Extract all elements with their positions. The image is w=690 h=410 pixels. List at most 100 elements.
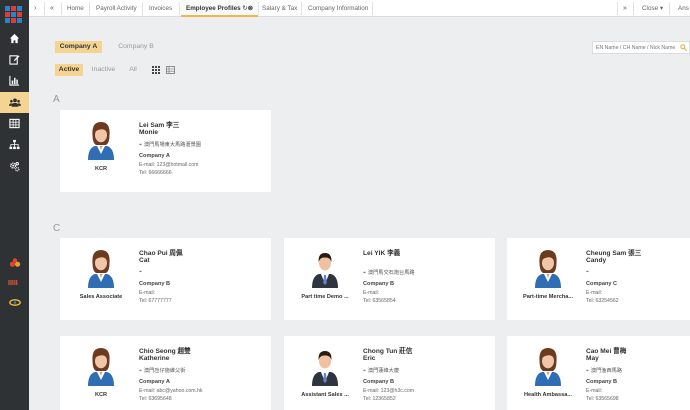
company-a-button[interactable]: Company A (55, 41, 102, 53)
employee-email: E-mail: 123@hotmail.com (139, 162, 199, 168)
employee-email: E-mail: (363, 290, 380, 296)
home-icon (9, 33, 20, 44)
employee-email: E-mail: abc@yahoo.com.hk (139, 388, 203, 394)
sidebar-app-2[interactable]: IIIII (0, 272, 29, 293)
avatar (535, 250, 561, 288)
sidebar-item-home[interactable] (0, 28, 29, 49)
group-letter-c: C (53, 223, 61, 234)
employee-address: ⌖ 澳門蓮峰大廈 (363, 367, 399, 375)
company-b-button[interactable]: Company B (110, 41, 162, 53)
employee-name[interactable]: Chong Tun 莊信 (363, 345, 412, 355)
nav-first-icon[interactable]: « (50, 0, 54, 17)
table-icon (9, 118, 20, 129)
employee-company: Company A (139, 153, 170, 159)
cogs-icon (10, 162, 20, 172)
tab-payroll-activity[interactable]: Payroll Activity (96, 0, 137, 17)
employee-role: Part-time Mercha... (522, 294, 574, 300)
tab-home[interactable]: Home (67, 0, 84, 17)
list-view-icon[interactable] (166, 66, 175, 74)
avatar (88, 250, 114, 288)
employee-company: Company A (139, 379, 170, 385)
employee-card[interactable]: Part time Demo ... Lei YIK 李義 ⌖ 澳門馬交石炮台馬路 Co… (284, 238, 495, 320)
employee-address-text: 澳門馬場東大馬路滙景園 (143, 142, 201, 148)
employee-name[interactable]: Lei YIK 李義 (363, 247, 400, 257)
app-yellow-icon (8, 299, 21, 306)
svg-text:IIIII: IIIII (8, 280, 18, 287)
active-filter-button[interactable]: Active (55, 64, 83, 76)
map-marker-icon: ⌖ (139, 269, 142, 275)
sidebar-item-settings[interactable] (0, 156, 29, 177)
all-filter-button[interactable]: All (124, 64, 142, 76)
user-menu[interactable]: Ans (678, 0, 689, 17)
sidebar-item-organization[interactable] (0, 134, 29, 155)
employee-email: E-mail: (586, 290, 603, 296)
tab-salary-tax[interactable]: Salary & Tax (262, 0, 297, 17)
employee-name[interactable]: Lei Sam 李三 (139, 119, 179, 129)
edit-icon (9, 55, 20, 65)
caret-down-icon: ▾ (659, 5, 664, 12)
employee-address: ⌖ (586, 269, 591, 276)
employee-address: ⌖ (139, 269, 144, 276)
employee-card[interactable]: Health Ambassa... Cao Mei 曹梅 May ⌖ 澳門渔西馬路 Com… (507, 336, 690, 410)
users-icon (8, 98, 21, 107)
employee-card[interactable]: KCR Lei Sam 李三 Monie ⌖ 澳門馬場東大馬路滙景園 Company A E… (60, 110, 271, 192)
employee-name[interactable]: Cao Mei 曹梅 (586, 345, 626, 355)
employee-role: Assistant Sales ... (301, 392, 349, 398)
map-marker-icon: ⌖ (363, 368, 366, 374)
sidebar: IIIII (0, 0, 29, 410)
avatar (312, 351, 338, 386)
sidebar-app-3[interactable] (0, 292, 29, 313)
map-marker-icon: ⌖ (586, 368, 589, 374)
employee-tel: Tel: 63565698 (586, 396, 619, 402)
close-menu[interactable]: Close ▾ (642, 0, 663, 17)
sidebar-item-edit[interactable] (0, 49, 29, 70)
avatar (312, 253, 338, 288)
employee-card[interactable]: Assistant Sales ... Chong Tun 莊信 Eric ⌖ 澳門蓮峰… (284, 336, 495, 410)
employee-tel: Tel: 12365852 (363, 396, 396, 402)
sidebar-item-table[interactable] (0, 113, 29, 134)
sidebar-item-employees[interactable] (0, 92, 29, 113)
sidebar-item-reports[interactable] (0, 70, 29, 91)
logo-icon (5, 6, 24, 25)
employee-name[interactable]: Chio Seong 趙雙 (139, 345, 191, 355)
nav-right-icon[interactable]: › (34, 0, 36, 17)
tab-company-information[interactable]: Company Information (308, 0, 368, 17)
employee-address: ⌖ 澳門馬交石炮台馬路 (363, 269, 415, 277)
employee-nickname: Cat (139, 257, 150, 264)
employee-name[interactable]: Chao Pui 周佩 (139, 247, 183, 257)
close-tab-icon[interactable]: ⊗ (248, 5, 253, 12)
employee-name[interactable]: Cheung Sam 張三 (586, 247, 641, 257)
group-letter-a: A (53, 94, 60, 105)
employee-tel: Tel: 67777777 (139, 298, 172, 304)
bar-chart-icon (9, 75, 20, 86)
app-red-icon (9, 258, 20, 267)
employee-company: Company B (586, 379, 618, 385)
employee-nickname: May (586, 355, 599, 362)
employee-nickname: Candy (586, 257, 607, 264)
employee-address-text: 澳門馬交石炮台馬路 (367, 270, 415, 276)
search-icon[interactable] (680, 44, 687, 51)
employee-card[interactable]: KCR Chio Seong 趙雙 Katherine ⌖ 澳門氹仔施維父街 Compan… (60, 336, 271, 410)
employee-company: Company B (139, 281, 171, 287)
map-marker-icon: ⌖ (363, 270, 366, 276)
grid-view-icon[interactable] (152, 66, 160, 74)
employee-address: ⌖ 澳門氹仔施維父街 (139, 367, 185, 375)
tab-bar: › « Home Payroll Activity Invoices Emplo… (29, 0, 690, 17)
employee-nickname: Katherine (139, 355, 170, 362)
employee-address: ⌖ 澳門渔西馬路 (586, 367, 622, 375)
tab-employee-profiles-label: Employee Profiles (186, 5, 241, 12)
employee-email: E-mail: (586, 388, 603, 394)
employee-address: ⌖ 澳門馬場東大馬路滙景園 (139, 141, 201, 149)
search-input[interactable] (596, 42, 676, 53)
employee-role: Health Ambassa... (524, 392, 572, 398)
app-orange-icon: IIIII (8, 280, 18, 287)
employee-email: E-mail: 123@h3c.com (363, 388, 415, 394)
tab-invoices[interactable]: Invoices (149, 0, 172, 17)
sidebar-app-1[interactable] (0, 252, 29, 273)
tab-employee-profiles[interactable]: Employee Profiles ↻⊗ (181, 0, 258, 17)
employee-company: Company C (586, 281, 618, 287)
inactive-filter-button[interactable]: Inactive (87, 64, 120, 76)
nav-last-icon[interactable]: » (623, 0, 627, 17)
employee-card[interactable]: Part-time Mercha... Cheung Sam 張三 Candy ⌖ Co… (507, 238, 690, 320)
employee-card[interactable]: Sales Associate Chao Pui 周佩 Cat ⌖ Company B E… (60, 238, 271, 320)
